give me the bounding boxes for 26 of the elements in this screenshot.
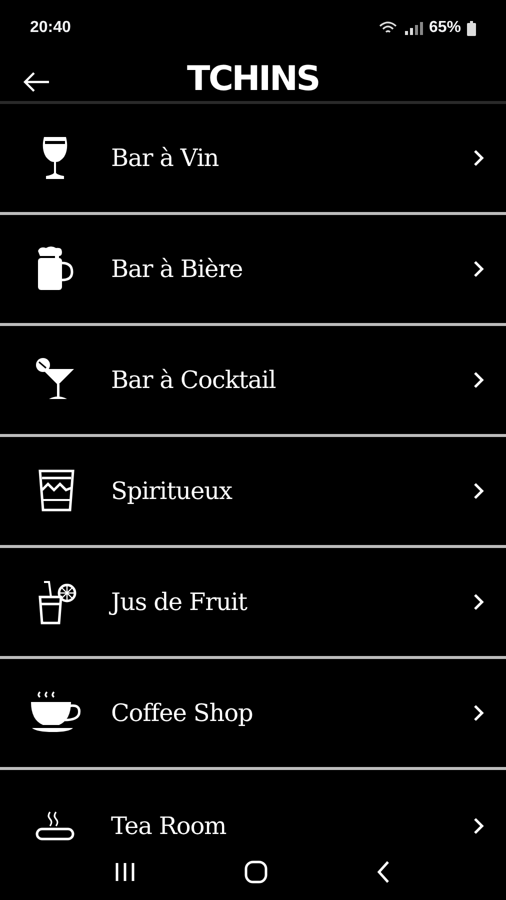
chevron-right-icon xyxy=(472,593,484,611)
category-label: Spiritueux xyxy=(111,476,234,507)
back-arrow-icon xyxy=(22,71,50,93)
chevron-right-icon xyxy=(472,149,484,167)
battery-icon xyxy=(467,20,476,36)
beer-mug-icon xyxy=(36,246,74,292)
home-icon[interactable] xyxy=(244,860,268,884)
back-icon[interactable] xyxy=(376,860,392,884)
recent-apps-icon[interactable] xyxy=(114,861,136,883)
category-label: Bar à Bière xyxy=(111,254,244,285)
wifi-icon xyxy=(378,21,397,35)
category-label: Coffee Shop xyxy=(111,698,254,729)
signal-icon xyxy=(402,21,423,35)
chevron-right-icon xyxy=(472,371,484,389)
chevron-right-icon xyxy=(472,704,484,722)
category-label: Tea Room xyxy=(111,810,228,842)
category-label: Bar à Cocktail xyxy=(111,365,277,396)
chevron-right-icon xyxy=(472,482,484,500)
category-label: Jus de Fruit xyxy=(111,587,248,618)
app-logo: TCHINS xyxy=(187,62,319,96)
battery-level: 65% xyxy=(428,18,461,38)
chevron-right-icon xyxy=(472,260,484,278)
status-time: 20:40 xyxy=(30,18,71,38)
chevron-right-icon xyxy=(472,816,484,834)
category-label: Bar à Vin xyxy=(111,143,220,174)
steaming-dish-icon xyxy=(35,810,75,841)
